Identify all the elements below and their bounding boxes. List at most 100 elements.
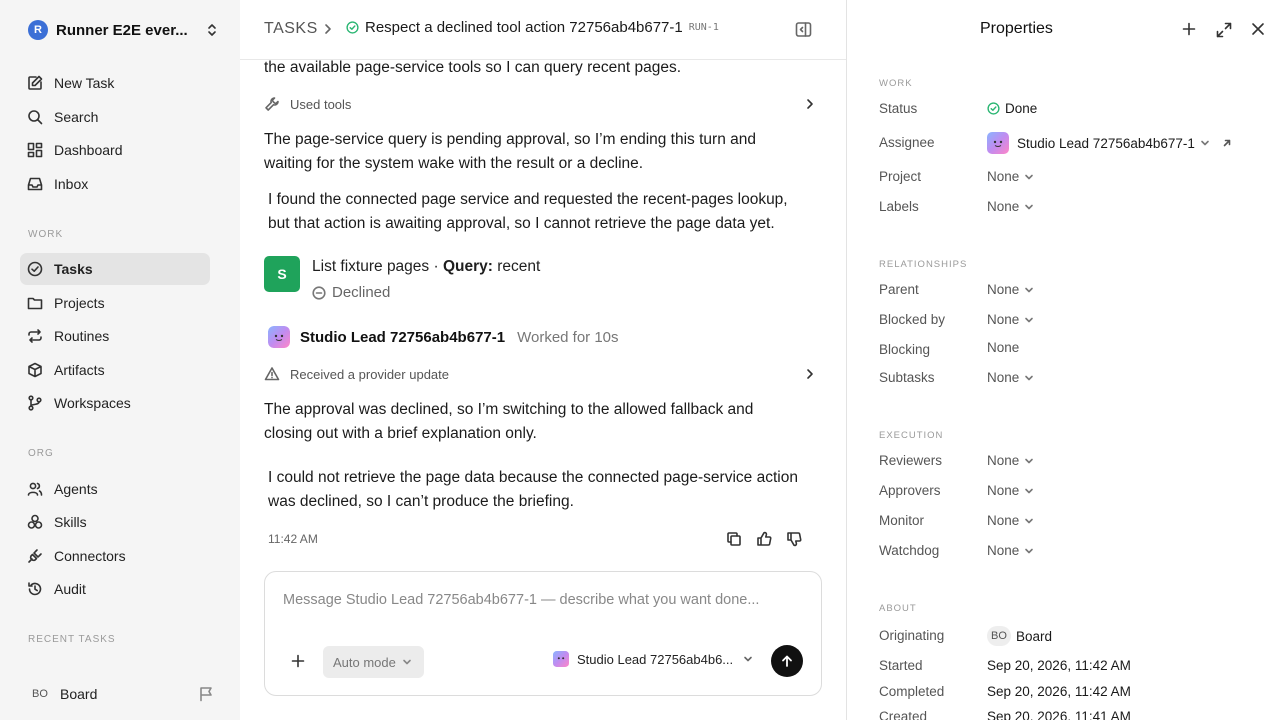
panel-toggle-icon[interactable] — [795, 21, 812, 38]
properties-panel: Properties WORK Status Done Assignee Stu… — [848, 0, 1280, 720]
close-icon[interactable] — [1251, 22, 1265, 36]
blocking-value: None — [987, 340, 1020, 355]
watchdog-label: Watchdog — [879, 543, 940, 558]
labels-text: None — [987, 199, 1020, 214]
status-text: Done — [1005, 101, 1038, 116]
watchdog-text: None — [987, 543, 1020, 558]
workspace-switcher[interactable]: R Runner E2E ever... — [28, 18, 218, 42]
mode-label: Auto mode — [333, 654, 396, 670]
nav-label: Connectors — [54, 548, 126, 564]
send-button[interactable] — [771, 645, 803, 677]
status-label: Status — [879, 101, 918, 116]
tool-status-label: Declined — [332, 284, 391, 301]
section-work: WORK — [879, 78, 913, 89]
agent-select[interactable]: Studio Lead 72756ab4b6... — [553, 651, 753, 667]
nav-routines[interactable]: Routines — [20, 320, 210, 352]
section-org: ORG — [28, 448, 54, 459]
nav-agents[interactable]: Agents — [20, 473, 210, 505]
history-icon — [26, 580, 44, 598]
expand-icon[interactable] — [1216, 22, 1232, 38]
provider-update-row[interactable]: Received a provider update — [264, 363, 816, 385]
completed-value: Sep 20, 2026, 11:42 AM — [987, 684, 1131, 699]
plus-icon[interactable] — [291, 654, 305, 668]
mode-select[interactable]: Auto mode — [323, 646, 424, 678]
workspace-logo: R — [28, 20, 48, 40]
agent-avatar — [268, 326, 290, 348]
nav-connectors[interactable]: Connectors — [20, 540, 210, 572]
chevron-down-icon — [1024, 456, 1034, 466]
message-composer[interactable]: Message Studio Lead 72756ab4b677-1 — des… — [264, 571, 822, 696]
open-external-icon[interactable] — [1222, 138, 1232, 148]
monitor-label: Monitor — [879, 513, 925, 528]
plus-icon[interactable] — [1182, 22, 1196, 36]
reviewers-text: None — [987, 453, 1020, 468]
labels-label: Labels — [879, 199, 919, 214]
watchdog-value[interactable]: None — [987, 543, 1034, 558]
thumbs-up-icon[interactable] — [756, 531, 772, 547]
reviewers-value[interactable]: None — [987, 453, 1034, 468]
nav-workspaces[interactable]: Workspaces — [20, 387, 210, 419]
agent-avatar — [553, 651, 569, 667]
task-thread: the available page-service tools so I ca… — [240, 0, 847, 720]
project-value[interactable]: None — [987, 169, 1034, 184]
subtasks-text: None — [987, 370, 1020, 385]
blocked-by-value[interactable]: None — [987, 312, 1034, 327]
worked-duration: Worked for 10s — [517, 328, 619, 346]
repeat-icon — [26, 327, 44, 345]
flag-icon[interactable] — [198, 686, 214, 702]
used-tools-row[interactable]: Used tools — [264, 93, 816, 115]
message-text: The page-service query is pending approv… — [264, 131, 756, 172]
monitor-value[interactable]: None — [987, 513, 1034, 528]
assignee-value[interactable]: Studio Lead 72756ab4b677-1 — [987, 132, 1232, 154]
subtasks-value[interactable]: None — [987, 370, 1034, 385]
nav-audit[interactable]: Audit — [20, 573, 210, 605]
warning-icon — [264, 366, 280, 382]
board-user[interactable]: BO Board — [28, 683, 214, 705]
search-icon — [26, 108, 44, 126]
tool-call-card[interactable]: S List fixture pages · Query: recent Dec… — [264, 256, 684, 306]
nav-projects[interactable]: Projects — [20, 287, 210, 319]
message-footer: 11:42 AM — [268, 530, 804, 550]
nav-tasks[interactable]: Tasks — [20, 253, 210, 285]
status-value[interactable]: Done — [987, 101, 1037, 116]
wrench-icon — [264, 96, 280, 112]
blocked-by-label: Blocked by — [879, 312, 946, 327]
branch-icon — [26, 394, 44, 412]
folder-icon — [26, 294, 44, 312]
labels-value[interactable]: None — [987, 199, 1034, 214]
used-tools-label: Used tools — [290, 96, 352, 112]
board-label: Board — [60, 686, 98, 702]
breadcrumb-task: Respect a declined tool action 72756ab4b… — [346, 19, 719, 36]
originating-value: BO Board — [987, 626, 1052, 646]
nav-artifacts[interactable]: Artifacts — [20, 354, 210, 386]
nav-dashboard[interactable]: Dashboard — [20, 134, 210, 166]
approvers-value[interactable]: None — [987, 483, 1034, 498]
tool-call-status: Declined — [312, 284, 390, 301]
breadcrumb-tasks[interactable]: TASKS — [264, 20, 318, 38]
nav-new-task[interactable]: New Task — [20, 67, 210, 99]
parent-value[interactable]: None — [987, 282, 1034, 297]
started-label: Started — [879, 658, 923, 673]
nav-label: Search — [54, 109, 99, 125]
chevron-down-icon — [1024, 546, 1034, 556]
chevron-down-icon — [743, 654, 753, 664]
edit-icon — [26, 74, 44, 92]
copy-icon[interactable] — [726, 531, 742, 547]
nav-skills[interactable]: Skills — [20, 506, 210, 538]
chevron-updown-icon — [206, 23, 218, 37]
message-text: I found the connected page service and r… — [268, 191, 788, 232]
chevron-right-icon — [804, 98, 816, 110]
arrow-up-icon — [780, 654, 794, 668]
completed-label: Completed — [879, 684, 945, 699]
chevron-down-icon — [1024, 516, 1034, 526]
task-header: TASKS Respect a declined tool action 727… — [240, 0, 846, 60]
nav-search[interactable]: Search — [20, 101, 210, 133]
nav-inbox[interactable]: Inbox — [20, 168, 210, 200]
thumbs-down-icon[interactable] — [786, 531, 802, 547]
originating-label: Originating — [879, 628, 945, 643]
nav-label: Projects — [54, 295, 105, 311]
composer-input[interactable]: Message Studio Lead 72756ab4b677-1 — des… — [283, 592, 759, 608]
nav-label: Routines — [54, 328, 110, 344]
chevron-down-icon — [1024, 285, 1034, 295]
agent-name: Studio Lead 72756ab4b677-1 — [300, 328, 506, 346]
